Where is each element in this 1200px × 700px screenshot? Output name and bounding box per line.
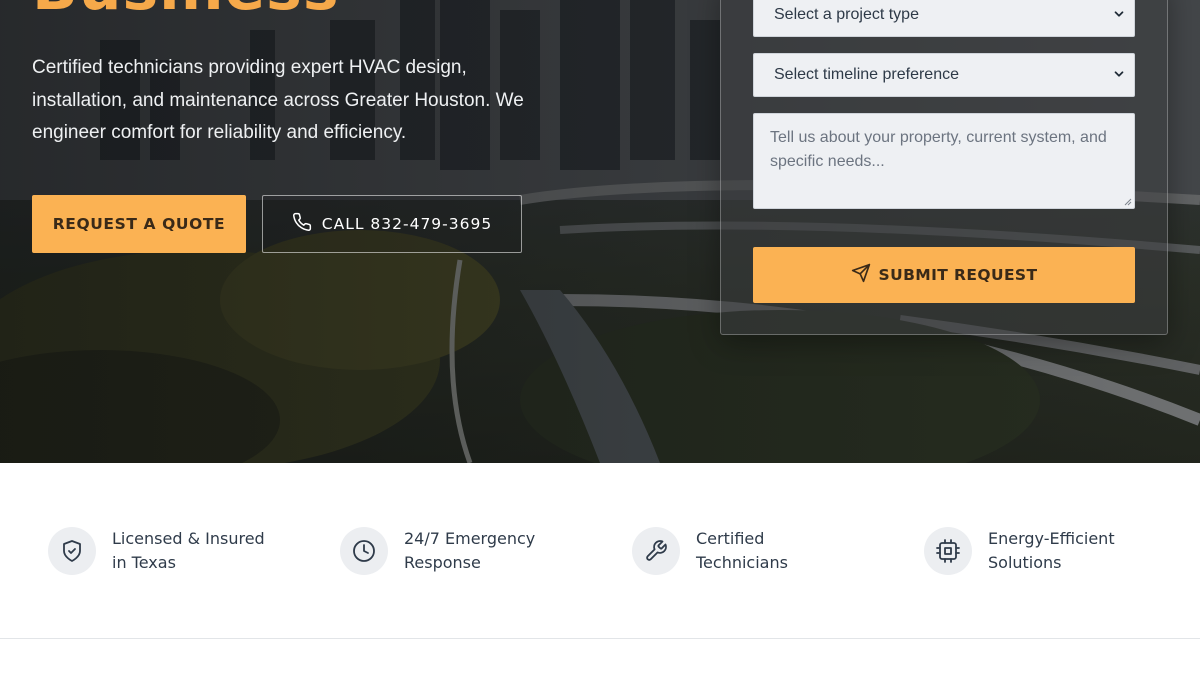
quote-request-form: Select a project type Select timeline pr… xyxy=(720,0,1168,335)
hero-description: Certified technicians providing expert H… xyxy=(32,57,524,143)
chevron-down-icon xyxy=(1114,71,1124,77)
timeline-value: Select timeline preference xyxy=(774,66,959,83)
call-phone-button[interactable]: CALL 832-479-3695 xyxy=(262,195,522,253)
request-quote-label: REQUEST A QUOTE xyxy=(52,215,226,233)
phone-icon xyxy=(292,212,312,236)
features-strip: Licensed & Insured in Texas 24/7 Emergenc… xyxy=(0,463,1200,639)
timeline-select[interactable]: Select timeline preference xyxy=(753,53,1135,97)
feature-energy-efficient: Energy-Efficient Solutions xyxy=(924,527,1158,575)
wrench-icon xyxy=(632,527,680,575)
chevron-down-icon xyxy=(1114,11,1124,17)
clock-icon xyxy=(340,527,388,575)
resize-grip-icon[interactable] xyxy=(1124,198,1132,206)
shield-check-icon xyxy=(48,527,96,575)
feature-emergency: 24/7 Emergency Response xyxy=(340,527,574,575)
project-details-textarea[interactable]: Tell us about your property, current sys… xyxy=(753,113,1135,209)
call-phone-label: CALL 832-479-3695 xyxy=(321,215,493,233)
request-quote-button[interactable]: REQUEST A QUOTE xyxy=(32,195,246,253)
feature-licensed: Licensed & Insured in Texas xyxy=(48,527,282,575)
feature-certified: Certified Technicians xyxy=(632,527,866,575)
send-icon xyxy=(851,263,871,287)
submit-request-label: SUBMIT REQUEST xyxy=(878,266,1038,284)
project-type-select[interactable]: Select a project type xyxy=(753,0,1135,37)
hero-section: Business Certified technicians providing… xyxy=(0,0,1200,463)
feature-label: Energy-Efficient Solutions xyxy=(988,529,1115,572)
feature-label: Certified Technicians xyxy=(696,529,788,572)
project-details-placeholder: Tell us about your property, current sys… xyxy=(770,129,1107,170)
feature-label: Licensed & Insured in Texas xyxy=(112,529,265,572)
chip-icon xyxy=(924,527,972,575)
project-type-value: Select a project type xyxy=(774,6,919,23)
hero-title: Business xyxy=(32,0,340,24)
submit-request-button[interactable]: SUBMIT REQUEST xyxy=(753,247,1135,303)
feature-label: 24/7 Emergency Response xyxy=(404,529,536,572)
